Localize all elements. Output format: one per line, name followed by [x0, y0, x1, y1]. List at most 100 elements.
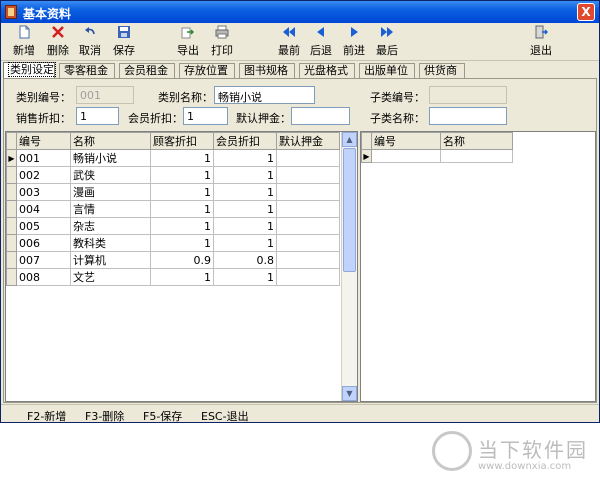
- cell-member-discount[interactable]: 1: [213, 268, 277, 286]
- cell-guest-discount[interactable]: 1: [150, 183, 214, 201]
- cell-default-deposit[interactable]: [276, 217, 340, 235]
- grid-header-row: 编号 名称 顾客折扣 会员折扣 默认押金: [6, 132, 340, 150]
- tab-book-spec[interactable]: 图书规格: [239, 63, 295, 78]
- exit-button[interactable]: 退出: [528, 25, 554, 59]
- cell-name[interactable]: 文艺: [70, 268, 151, 286]
- tab-disc-format[interactable]: 光盘格式: [299, 63, 355, 78]
- scroll-thumb[interactable]: [343, 148, 356, 272]
- cell-code[interactable]: [371, 149, 441, 163]
- cell-code[interactable]: 005: [16, 217, 71, 235]
- cell-name[interactable]: 武侠: [70, 166, 151, 184]
- tab-category-settings[interactable]: 类别设定: [3, 62, 56, 78]
- cell-member-discount[interactable]: 0.8: [213, 251, 277, 269]
- tab-guest-rent[interactable]: 零客租金: [59, 63, 115, 78]
- table-row[interactable]: 007 计算机 0.9 0.8: [6, 251, 340, 269]
- col-header-guest-discount[interactable]: 顾客折扣: [150, 132, 214, 150]
- default-deposit-field[interactable]: [291, 107, 350, 125]
- cell-member-discount[interactable]: 1: [213, 234, 277, 252]
- cell-member-discount[interactable]: 1: [213, 149, 277, 167]
- subcategory-grid[interactable]: 编号 名称 ▶: [360, 131, 596, 402]
- scroll-up-arrow-icon[interactable]: ▲: [342, 132, 357, 147]
- col-header-member-discount[interactable]: 会员折扣: [213, 132, 277, 150]
- exit-door-icon: [535, 25, 548, 39]
- subcategory-code-label: 子类编号：: [370, 91, 425, 104]
- cell-member-discount[interactable]: 1: [213, 200, 277, 218]
- table-row[interactable]: 006 教科类 1 1: [6, 234, 340, 252]
- cell-default-deposit[interactable]: [276, 234, 340, 252]
- cell-member-discount[interactable]: 1: [213, 166, 277, 184]
- cancel-button[interactable]: 取消: [77, 25, 103, 59]
- subcategory-code-field[interactable]: [429, 86, 507, 104]
- cell-name[interactable]: 漫画: [70, 183, 151, 201]
- member-discount-field[interactable]: 1: [183, 107, 228, 125]
- last-record-button[interactable]: 最后: [374, 25, 400, 59]
- sub-col-header-code[interactable]: 编号: [371, 132, 441, 150]
- table-row[interactable]: ▶ 001 畅销小说 1 1: [6, 149, 340, 167]
- table-row[interactable]: 003 漫画 1 1: [6, 183, 340, 201]
- export-button[interactable]: 导出: [175, 25, 201, 59]
- category-code-field[interactable]: 001: [76, 86, 134, 104]
- tab-supplier[interactable]: 供货商: [419, 63, 465, 78]
- cell-default-deposit[interactable]: [276, 149, 340, 167]
- print-button[interactable]: 打印: [209, 25, 235, 59]
- table-row[interactable]: ▶: [361, 149, 513, 163]
- cell-guest-discount[interactable]: 1: [150, 217, 214, 235]
- table-row[interactable]: 002 武侠 1 1: [6, 166, 340, 184]
- cell-code[interactable]: 001: [16, 149, 71, 167]
- cell-default-deposit[interactable]: [276, 183, 340, 201]
- next-record-icon: [351, 27, 358, 37]
- cell-member-discount[interactable]: 1: [213, 183, 277, 201]
- cell-name[interactable]: 言情: [70, 200, 151, 218]
- cell-guest-discount[interactable]: 0.9: [150, 251, 214, 269]
- cell-code[interactable]: 004: [16, 200, 71, 218]
- col-header-default-deposit[interactable]: 默认押金: [276, 132, 340, 150]
- sale-discount-field[interactable]: 1: [76, 107, 119, 125]
- cell-default-deposit[interactable]: [276, 251, 340, 269]
- category-name-field[interactable]: 畅销小说: [214, 86, 315, 104]
- previous-record-button[interactable]: 后退: [308, 25, 334, 59]
- cell-default-deposit[interactable]: [276, 166, 340, 184]
- title-bar[interactable]: 基本资料 X: [1, 1, 599, 23]
- tab-publisher[interactable]: 出版单位: [359, 63, 415, 78]
- cell-code[interactable]: 002: [16, 166, 71, 184]
- cell-guest-discount[interactable]: 1: [150, 234, 214, 252]
- delete-x-icon: [52, 26, 64, 38]
- cell-default-deposit[interactable]: [276, 268, 340, 286]
- cell-name[interactable]: [440, 149, 513, 163]
- tab-member-rent[interactable]: 会员租金: [119, 63, 175, 78]
- cell-guest-discount[interactable]: 1: [150, 268, 214, 286]
- table-row[interactable]: 005 杂志 1 1: [6, 217, 340, 235]
- table-row[interactable]: 008 文艺 1 1: [6, 268, 340, 286]
- table-row[interactable]: 004 言情 1 1: [6, 200, 340, 218]
- cell-guest-discount[interactable]: 1: [150, 149, 214, 167]
- previous-record-icon: [317, 27, 324, 37]
- next-record-button[interactable]: 前进: [341, 25, 367, 59]
- cell-guest-discount[interactable]: 1: [150, 166, 214, 184]
- first-record-button[interactable]: 最前: [276, 25, 302, 59]
- category-grid[interactable]: 编号 名称 顾客折扣 会员折扣 默认押金 ▶ 001 畅销小说 1 1 002 武侠 1 1 …: [5, 131, 358, 402]
- cell-code[interactable]: 006: [16, 234, 71, 252]
- cell-code[interactable]: 008: [16, 268, 71, 286]
- scroll-down-arrow-icon[interactable]: ▼: [342, 386, 357, 401]
- new-button[interactable]: 新增: [11, 25, 37, 59]
- col-header-name[interactable]: 名称: [70, 132, 151, 150]
- cell-guest-discount[interactable]: 1: [150, 200, 214, 218]
- category-grid-scrollbar[interactable]: ▲ ▼: [341, 132, 357, 401]
- col-header-code[interactable]: 编号: [16, 132, 71, 150]
- sub-col-header-name[interactable]: 名称: [440, 132, 513, 150]
- cell-code[interactable]: 003: [16, 183, 71, 201]
- cell-name[interactable]: 畅销小说: [70, 149, 151, 167]
- cell-member-discount[interactable]: 1: [213, 217, 277, 235]
- save-button[interactable]: 保存: [111, 25, 137, 59]
- subcategory-name-field[interactable]: [429, 107, 507, 125]
- cell-code[interactable]: 007: [16, 251, 71, 269]
- cell-name[interactable]: 教科类: [70, 234, 151, 252]
- tab-storage-location[interactable]: 存放位置: [179, 63, 235, 78]
- close-button[interactable]: X: [577, 3, 595, 21]
- delete-button[interactable]: 删除: [45, 25, 71, 59]
- subcategory-name-label: 子类名称：: [370, 112, 425, 125]
- cell-default-deposit[interactable]: [276, 200, 340, 218]
- cell-name[interactable]: 计算机: [70, 251, 151, 269]
- cell-name[interactable]: 杂志: [70, 217, 151, 235]
- grid-indicator-header: [361, 132, 372, 150]
